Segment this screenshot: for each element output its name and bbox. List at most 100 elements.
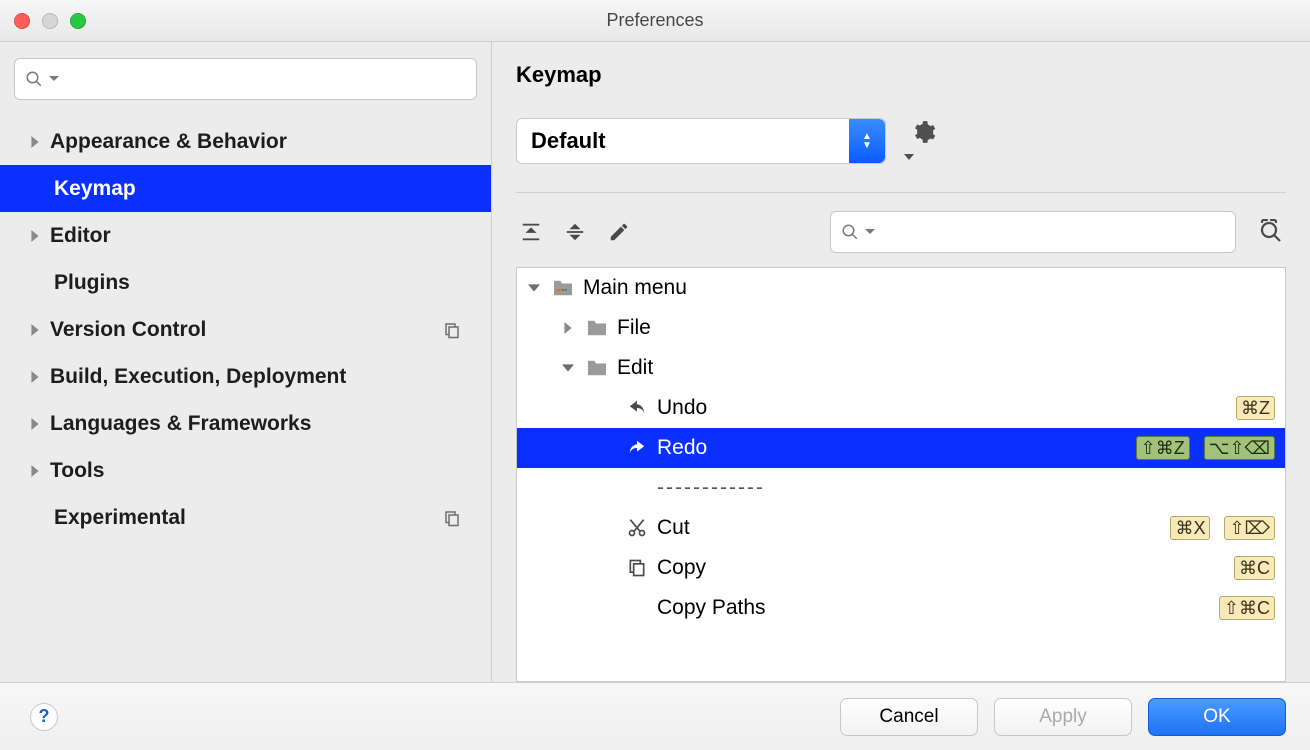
window-controls — [14, 13, 86, 29]
tree-node-label: Edit — [617, 356, 653, 380]
tree-action-redo[interactable]: Redo ⇧⌘Z ⌥⇧⌫ — [517, 428, 1285, 468]
collapse-all-button[interactable] — [560, 217, 590, 247]
close-window-button[interactable] — [14, 13, 30, 29]
sidebar-item-label: Plugins — [54, 271, 130, 295]
tree-action-label: Undo — [657, 396, 707, 420]
pencil-icon — [608, 221, 630, 243]
tree-action-label: Redo — [657, 436, 707, 460]
expand-arrow-icon — [24, 418, 46, 430]
shortcut-badge: ⌘X — [1170, 516, 1210, 540]
sidebar-item-label: Appearance & Behavior — [50, 130, 287, 154]
shortcut-badge: ⌘C — [1234, 556, 1275, 580]
tree-node-edit[interactable]: Edit — [517, 348, 1285, 388]
tree-node-main-menu[interactable]: Main menu — [517, 268, 1285, 308]
window-title: Preferences — [0, 10, 1310, 31]
chevron-down-icon — [49, 74, 59, 84]
expand-arrow-icon — [24, 371, 46, 383]
shortcut-badge: ⌘Z — [1236, 396, 1275, 420]
find-shortcut-icon — [1258, 219, 1286, 245]
tree-action-cut[interactable]: Cut ⌘X ⇧⌦ — [517, 508, 1285, 548]
sidebar-item-experimental[interactable]: Experimental — [0, 494, 491, 541]
expand-arrow-icon — [525, 282, 543, 294]
expand-arrow-icon — [24, 230, 46, 242]
sidebar-item-build[interactable]: Build, Execution, Deployment — [0, 353, 491, 400]
shortcut-badge: ⌥⇧⌫ — [1204, 436, 1275, 460]
sidebar-item-label: Tools — [50, 459, 104, 483]
action-search-field[interactable] — [881, 222, 1225, 243]
expand-arrow-icon — [24, 465, 46, 477]
tree-action-label: ------------ — [657, 476, 765, 500]
collapse-all-icon — [564, 221, 586, 243]
action-search-input[interactable] — [830, 211, 1236, 253]
ok-button[interactable]: OK — [1148, 698, 1286, 736]
search-icon — [841, 223, 859, 241]
panel-heading: Keymap — [516, 62, 1286, 88]
tree-node-label: Main menu — [583, 276, 687, 300]
tree-separator: ------------ — [517, 468, 1285, 508]
scheme-overlay-icon — [443, 509, 461, 527]
keymap-panel: Keymap Default ▲▼ — [492, 42, 1310, 682]
tree-action-copy[interactable]: Copy ⌘C — [517, 548, 1285, 588]
tree-action-copy-paths[interactable]: Copy Paths ⇧⌘C — [517, 588, 1285, 628]
tree-action-undo[interactable]: Undo ⌘Z — [517, 388, 1285, 428]
dropdown-arrows-icon: ▲▼ — [849, 119, 885, 163]
zoom-window-button[interactable] — [70, 13, 86, 29]
shortcut-badge: ⇧⌘Z — [1136, 436, 1190, 460]
sidebar-item-label: Editor — [50, 224, 111, 248]
edit-shortcut-button[interactable] — [604, 217, 634, 247]
help-button[interactable]: ? — [30, 703, 58, 731]
settings-search-input[interactable] — [14, 58, 477, 100]
gear-icon — [910, 119, 936, 145]
undo-icon — [625, 399, 649, 417]
sidebar-item-label: Languages & Frameworks — [50, 412, 311, 436]
sidebar-item-languages[interactable]: Languages & Frameworks — [0, 400, 491, 447]
cut-icon — [625, 518, 649, 538]
menu-folder-icon — [551, 279, 575, 297]
sidebar-item-appearance[interactable]: Appearance & Behavior — [0, 118, 491, 165]
apply-button[interactable]: Apply — [994, 698, 1132, 736]
minimize-window-button[interactable] — [42, 13, 58, 29]
sidebar-item-editor[interactable]: Editor — [0, 212, 491, 259]
sidebar-item-plugins[interactable]: Plugins — [0, 259, 491, 306]
settings-sidebar: Appearance & Behavior Keymap Editor Plug… — [0, 42, 492, 682]
keymap-tree[interactable]: Main menu File Edit Undo ⌘Z — [516, 267, 1286, 682]
copy-icon — [625, 558, 649, 578]
cancel-button[interactable]: Cancel — [840, 698, 978, 736]
expand-arrow-icon — [559, 322, 577, 334]
find-by-shortcut-button[interactable] — [1258, 219, 1286, 245]
sidebar-item-label: Experimental — [54, 506, 186, 530]
expand-all-button[interactable] — [516, 217, 546, 247]
sidebar-item-version-control[interactable]: Version Control — [0, 306, 491, 353]
scheme-overlay-icon — [443, 321, 461, 339]
tree-action-label: Cut — [657, 516, 690, 540]
keymap-scheme-value: Default — [531, 128, 606, 154]
sidebar-item-label: Version Control — [50, 318, 206, 342]
chevron-down-icon — [904, 154, 914, 162]
sidebar-item-label: Build, Execution, Deployment — [50, 365, 346, 389]
tree-action-label: Copy — [657, 556, 706, 580]
scheme-actions-button[interactable] — [910, 119, 936, 163]
chevron-down-icon — [865, 227, 875, 237]
expand-arrow-icon — [24, 324, 46, 336]
settings-search-field[interactable] — [65, 69, 466, 90]
sidebar-item-keymap[interactable]: Keymap — [0, 165, 491, 212]
title-bar: Preferences — [0, 0, 1310, 42]
divider — [516, 192, 1286, 193]
expand-all-icon — [520, 221, 542, 243]
folder-icon — [585, 319, 609, 337]
redo-icon — [625, 439, 649, 457]
folder-icon — [585, 359, 609, 377]
tree-node-label: File — [617, 316, 651, 340]
tree-action-label: Copy Paths — [657, 596, 766, 620]
tree-node-file[interactable]: File — [517, 308, 1285, 348]
sidebar-item-tools[interactable]: Tools — [0, 447, 491, 494]
search-icon — [25, 70, 43, 88]
expand-arrow-icon — [24, 136, 46, 148]
keymap-scheme-dropdown[interactable]: Default ▲▼ — [516, 118, 886, 164]
shortcut-badge: ⇧⌘C — [1219, 596, 1275, 620]
expand-arrow-icon — [559, 362, 577, 374]
shortcut-badge: ⇧⌦ — [1224, 516, 1275, 540]
settings-categories: Appearance & Behavior Keymap Editor Plug… — [0, 110, 491, 682]
dialog-footer: ? Cancel Apply OK — [0, 682, 1310, 750]
sidebar-item-label: Keymap — [54, 177, 136, 201]
